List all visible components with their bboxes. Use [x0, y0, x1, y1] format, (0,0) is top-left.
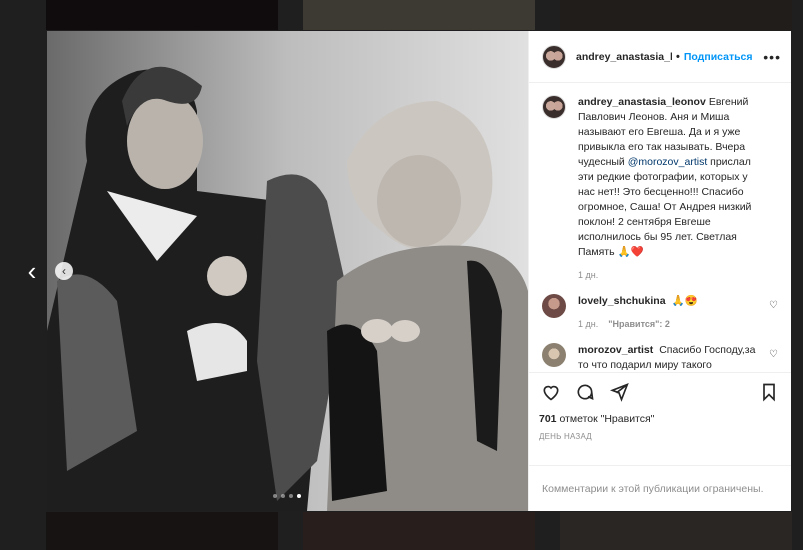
comment-text: lovely_shchukina 🙏😍	[578, 294, 758, 309]
previous-post-chevron-left-icon[interactable]: ‹	[22, 258, 42, 284]
action-icons	[539, 379, 781, 405]
avatar[interactable]	[542, 294, 566, 318]
follow-button[interactable]: Подписаться	[684, 51, 753, 63]
header-username[interactable]: andrey_anastasia_le	[576, 51, 672, 63]
carousel-dot	[273, 494, 277, 498]
comments-disabled-notice: Комментарии к этой публикации ограничены…	[529, 465, 791, 511]
comment-item: morozov_artist Спасибо Господу,за то что…	[542, 343, 778, 372]
caption: andrey_anastasia_leonov Евгений Павлович …	[542, 95, 778, 280]
more-options-icon[interactable]: •••	[763, 50, 781, 64]
caption-text: andrey_anastasia_leonov Евгений Павлович …	[578, 95, 758, 260]
post-actions: 701 отметок "Нравится" ДЕНЬ НАЗАД	[529, 372, 791, 465]
comment-username[interactable]: morozov_artist	[578, 344, 653, 356]
post-sidebar: andrey_anastasia_le • Подписаться ••• an…	[528, 31, 791, 511]
post-photo	[47, 31, 528, 511]
caption-time[interactable]: 1 дн.	[578, 270, 598, 280]
avatar[interactable]	[542, 95, 566, 119]
comment-icon[interactable]	[573, 380, 597, 404]
comments-list[interactable]: andrey_anastasia_leonov Евгений Павлович …	[529, 83, 791, 372]
comment-time[interactable]: 1 дн.	[578, 319, 598, 329]
post-header: andrey_anastasia_le • Подписаться •••	[529, 31, 791, 83]
caption-mention[interactable]: @morozov_artist	[628, 156, 708, 168]
comment-likes[interactable]: "Нравится": 2	[608, 319, 670, 329]
header-separator: •	[676, 50, 680, 63]
caption-body-2: прислал эти редкие фотографии, которых у…	[578, 156, 752, 258]
carousel-prev-chevron-left-icon[interactable]: ‹	[55, 262, 73, 280]
heart-icon[interactable]	[539, 380, 563, 404]
likes-label: отметок "Нравится"	[559, 413, 655, 425]
like-comment-heart-icon[interactable]: ♡	[769, 349, 778, 360]
carousel-dot	[289, 494, 293, 498]
like-comment-heart-icon[interactable]: ♡	[769, 300, 778, 311]
post-time[interactable]: ДЕНЬ НАЗАД	[539, 432, 781, 441]
carousel-dot-active	[297, 494, 301, 498]
comment-username[interactable]: lovely_shchukina	[578, 295, 666, 307]
carousel-dot	[281, 494, 285, 498]
share-icon[interactable]	[607, 380, 631, 404]
bookmark-icon[interactable]	[757, 380, 781, 404]
comment-item: lovely_shchukina 🙏😍 1 дн. "Нравится": 2 …	[542, 294, 778, 329]
comment-meta: 1 дн. "Нравится": 2	[578, 319, 758, 329]
caption-meta: 1 дн.	[578, 270, 758, 280]
comment-body: 🙏😍	[671, 295, 698, 307]
post-media: ‹	[47, 31, 528, 511]
caption-username[interactable]: andrey_anastasia_leonov	[578, 96, 706, 108]
likes-count[interactable]: 701 отметок "Нравится"	[539, 413, 781, 425]
carousel-indicator	[273, 494, 301, 498]
post-modal: ‹ andrey_anastasia_le • Подписаться ••• …	[47, 31, 791, 511]
avatar[interactable]	[542, 343, 566, 367]
avatar[interactable]	[542, 44, 566, 69]
comment-text: morozov_artist Спасибо Господу,за то что…	[578, 343, 758, 372]
likes-number: 701	[539, 413, 557, 425]
